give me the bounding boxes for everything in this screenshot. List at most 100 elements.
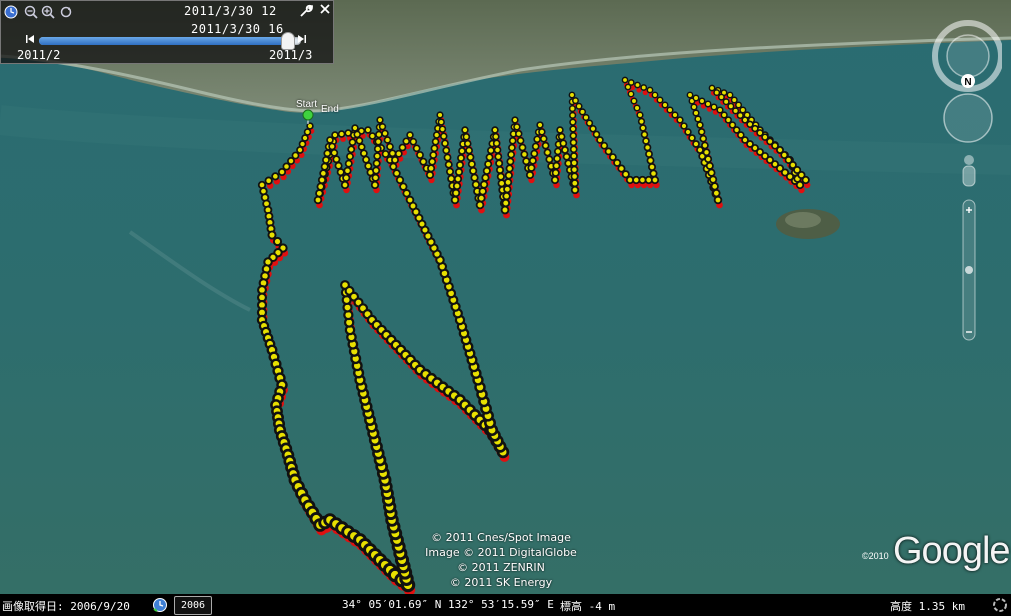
track-point[interactable] bbox=[462, 133, 471, 141]
track-point[interactable] bbox=[640, 130, 649, 139]
track-point[interactable] bbox=[355, 136, 364, 145]
track-point[interactable] bbox=[428, 157, 437, 166]
track-point[interactable] bbox=[353, 130, 361, 139]
track-point[interactable] bbox=[666, 106, 674, 114]
track-point[interactable] bbox=[596, 136, 604, 144]
track-point[interactable] bbox=[442, 146, 451, 155]
reset-icon[interactable] bbox=[59, 5, 73, 19]
track-point[interactable] bbox=[492, 139, 501, 148]
track-point[interactable] bbox=[692, 109, 700, 117]
history-year-button[interactable]: 2006 bbox=[174, 596, 212, 615]
track-point[interactable] bbox=[484, 160, 493, 169]
track-point[interactable] bbox=[388, 149, 397, 158]
track-point[interactable] bbox=[511, 116, 519, 124]
track-point[interactable] bbox=[287, 157, 295, 165]
track-point[interactable] bbox=[645, 150, 653, 158]
track-point[interactable] bbox=[538, 128, 546, 136]
zoom-in-icon[interactable] bbox=[41, 5, 55, 19]
track-point[interactable] bbox=[374, 137, 383, 146]
rewind-icon[interactable] bbox=[25, 34, 35, 47]
track-point[interactable] bbox=[500, 205, 510, 215]
track-point[interactable] bbox=[467, 160, 476, 169]
track-point[interactable] bbox=[515, 130, 523, 138]
track-point[interactable] bbox=[637, 117, 646, 126]
track-point[interactable] bbox=[453, 174, 463, 184]
track-point[interactable] bbox=[399, 182, 408, 191]
forward-icon[interactable] bbox=[297, 34, 307, 47]
track-point[interactable] bbox=[604, 147, 613, 156]
track-point[interactable] bbox=[326, 136, 334, 144]
track-point[interactable] bbox=[376, 116, 384, 124]
track-point[interactable] bbox=[570, 152, 578, 160]
track-point[interactable] bbox=[613, 158, 622, 167]
track-point[interactable] bbox=[552, 161, 561, 170]
track-point[interactable] bbox=[556, 126, 564, 134]
track-point[interactable] bbox=[416, 151, 424, 159]
track-point[interactable] bbox=[493, 146, 502, 154]
track-point[interactable] bbox=[368, 132, 377, 140]
track-point[interactable] bbox=[680, 122, 688, 130]
track-point[interactable] bbox=[541, 141, 550, 150]
track-point[interactable] bbox=[470, 173, 479, 182]
track-point[interactable] bbox=[713, 89, 721, 96]
track-point[interactable] bbox=[518, 143, 527, 152]
track-point[interactable] bbox=[386, 142, 394, 151]
track-point[interactable] bbox=[746, 120, 754, 128]
track-point[interactable] bbox=[707, 168, 716, 177]
track-point[interactable] bbox=[475, 200, 485, 210]
track-point[interactable] bbox=[570, 165, 579, 174]
track-point[interactable] bbox=[296, 146, 304, 154]
track-point[interactable] bbox=[543, 148, 552, 157]
track-point[interactable] bbox=[466, 153, 475, 162]
track-point[interactable] bbox=[684, 128, 692, 136]
track-point[interactable] bbox=[501, 198, 511, 208]
track-point[interactable] bbox=[381, 150, 390, 158]
track-point[interactable] bbox=[522, 157, 531, 166]
track-point[interactable] bbox=[589, 125, 597, 133]
track-point[interactable] bbox=[553, 154, 562, 163]
track-point[interactable] bbox=[267, 230, 277, 240]
track-point[interactable] bbox=[686, 91, 694, 99]
track-point[interactable] bbox=[313, 195, 323, 205]
track-point[interactable] bbox=[712, 188, 721, 198]
track-point[interactable] bbox=[402, 189, 411, 198]
track-point[interactable] bbox=[720, 111, 728, 119]
track-point[interactable] bbox=[570, 185, 580, 195]
historical-imagery-icon[interactable] bbox=[152, 597, 168, 616]
track-point[interactable] bbox=[445, 167, 455, 176]
track-point[interactable] bbox=[634, 81, 641, 89]
track-point[interactable] bbox=[447, 174, 456, 183]
track-point[interactable] bbox=[342, 173, 351, 182]
track-point[interactable] bbox=[497, 179, 506, 188]
track-point[interactable] bbox=[319, 169, 328, 178]
track-point[interactable] bbox=[391, 156, 399, 164]
track-point[interactable] bbox=[508, 143, 516, 152]
track-point[interactable] bbox=[465, 146, 473, 155]
track-point[interactable] bbox=[315, 189, 324, 198]
track-point[interactable] bbox=[372, 166, 381, 175]
track-point[interactable] bbox=[570, 158, 579, 167]
track-point[interactable] bbox=[727, 102, 735, 110]
track-point[interactable] bbox=[491, 126, 499, 134]
track-point[interactable] bbox=[330, 148, 339, 157]
track-point[interactable] bbox=[751, 124, 759, 133]
track-point[interactable] bbox=[373, 145, 382, 153]
track-point[interactable] bbox=[479, 180, 489, 189]
track-point[interactable] bbox=[557, 132, 566, 141]
track-point[interactable] bbox=[347, 145, 356, 154]
track-point[interactable] bbox=[439, 132, 448, 141]
track-point[interactable] bbox=[406, 131, 414, 139]
track-point[interactable] bbox=[572, 97, 579, 105]
track-point[interactable] bbox=[704, 155, 713, 164]
track-point[interactable] bbox=[696, 121, 704, 129]
track-point[interactable] bbox=[639, 124, 647, 132]
track-point[interactable] bbox=[633, 104, 641, 112]
track-point[interactable] bbox=[569, 125, 577, 133]
track-point[interactable] bbox=[438, 125, 447, 133]
track-point[interactable] bbox=[454, 167, 464, 177]
track-point[interactable] bbox=[708, 84, 716, 92]
track-point[interactable] bbox=[317, 175, 327, 185]
track-point[interactable] bbox=[688, 134, 696, 142]
track-point[interactable] bbox=[373, 152, 382, 161]
track-point[interactable] bbox=[697, 128, 706, 136]
